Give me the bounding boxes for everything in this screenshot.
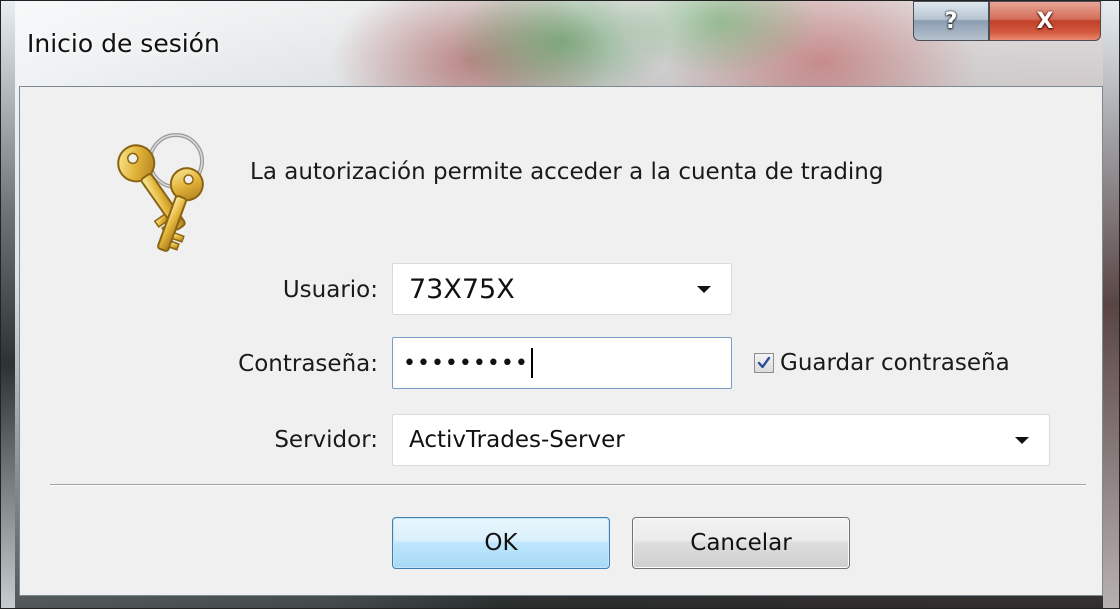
caption-buttons: ? X bbox=[913, 1, 1101, 41]
save-password-checkbox[interactable] bbox=[754, 353, 774, 373]
user-combobox[interactable]: 73X75X bbox=[392, 263, 732, 315]
password-value: ••••••••• bbox=[403, 350, 529, 376]
checkmark-icon bbox=[757, 356, 771, 369]
help-icon: ? bbox=[944, 8, 958, 34]
cancel-button[interactable]: Cancelar bbox=[632, 517, 850, 569]
dialog-window-frame: Inicio de sesión ? X La autorización per… bbox=[0, 0, 1120, 609]
server-combobox[interactable]: ActivTrades-Server bbox=[392, 414, 1050, 466]
password-field[interactable]: ••••••••• bbox=[392, 337, 732, 389]
server-value: ActivTrades-Server bbox=[409, 427, 625, 453]
dialog-client-area: La autorización permite acceder a la cue… bbox=[19, 86, 1103, 596]
server-label: Servidor: bbox=[274, 427, 378, 453]
chevron-down-icon[interactable] bbox=[1015, 436, 1029, 444]
chevron-down-icon[interactable] bbox=[697, 285, 711, 293]
save-password-label: Guardar contraseña bbox=[780, 350, 1010, 376]
close-icon: X bbox=[1036, 8, 1054, 34]
divider bbox=[50, 484, 1086, 486]
intro-message: La autorización permite acceder a la cue… bbox=[250, 159, 884, 185]
text-caret bbox=[530, 348, 533, 378]
save-password-toggle[interactable]: Guardar contraseña bbox=[754, 350, 1010, 376]
user-value: 73X75X bbox=[409, 273, 515, 305]
close-button[interactable]: X bbox=[989, 1, 1101, 41]
window-title: Inicio de sesión bbox=[27, 29, 220, 58]
keys-icon bbox=[117, 133, 204, 252]
ok-button[interactable]: OK bbox=[392, 517, 610, 569]
password-label: Contraseña: bbox=[238, 351, 378, 377]
user-label: Usuario: bbox=[282, 277, 378, 303]
help-button[interactable]: ? bbox=[913, 1, 989, 41]
